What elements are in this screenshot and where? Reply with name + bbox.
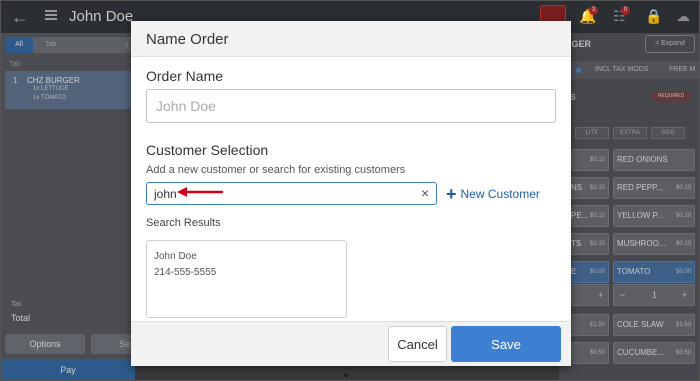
modifier-button-selected[interactable]: TOMATO $0.00: [613, 261, 695, 283]
modifier-button[interactable]: PE... $0.10: [567, 205, 609, 227]
column-header: Tab: [9, 61, 21, 68]
tab-tab[interactable]: Tab: [45, 37, 56, 53]
modifier-button[interactable]: YELLOW P... $0.10: [613, 205, 695, 227]
size-extra[interactable]: EXTRA: [613, 127, 647, 139]
screen: ← John Doe 🔔 3 ☷ 0 🔒 ☁ All Tab + Tab 1 C…: [0, 0, 700, 381]
tab-all[interactable]: All: [5, 37, 33, 53]
dialog-header: Name Order: [131, 21, 571, 57]
modifier-button[interactable]: RED PEPP... $0.10: [613, 177, 695, 199]
size-side[interactable]: SIDE: [651, 127, 685, 139]
item-modifier: 1x TOMATO: [33, 95, 66, 101]
search-result-item[interactable]: John Doe 214-555-5555: [154, 250, 216, 280]
name-order-dialog: Name Order Order Name Customer Selection…: [131, 21, 571, 366]
modifier-button[interactable]: $1.50: [567, 314, 609, 336]
modifier-button-selected[interactable]: E $0.00: [567, 261, 609, 283]
item-modifier: 1x LETTUCE: [33, 86, 69, 92]
decrement-button[interactable]: −: [620, 285, 625, 305]
result-customer-name: John Doe: [154, 251, 197, 262]
modifier-button[interactable]: MUSHROO... $0.10: [613, 233, 695, 255]
size-options: LITE EXTRA SIDE: [559, 127, 699, 141]
active-tab-dot: [576, 68, 581, 73]
increment-button[interactable]: +: [682, 285, 687, 305]
new-customer-label: New Customer: [460, 187, 540, 201]
back-arrow-icon[interactable]: ←: [11, 8, 29, 26]
item-qty: 1: [13, 76, 18, 85]
search-results-label: Search Results: [146, 217, 221, 229]
quantity-stepper[interactable]: +: [567, 284, 609, 306]
order-name-label: Order Name: [146, 68, 224, 84]
modifier-button[interactable]: TS $0.10: [567, 233, 609, 255]
cancel-button[interactable]: Cancel: [388, 326, 447, 362]
modifier-button[interactable]: COLE SLAW $1.50: [613, 314, 695, 336]
dialog-footer: Cancel Save: [131, 321, 571, 366]
secondary-button[interactable]: Se: [91, 334, 135, 354]
size-lite[interactable]: LITE: [575, 127, 609, 139]
plus-icon: +: [446, 184, 457, 204]
tab-free-mods[interactable]: FREE M: [669, 66, 695, 73]
modifier-button[interactable]: RED ONIONS: [613, 149, 695, 171]
customer-selection-label: Customer Selection: [146, 142, 269, 158]
customer-hint: Add a new customer or search for existin…: [146, 164, 406, 176]
result-customer-phone: 214-555-5555: [154, 267, 217, 278]
quantity-stepper[interactable]: − 1 +: [613, 284, 695, 306]
order-line-item[interactable]: 1 CHZ BURGER 1x LETTUCE 1x TOMATO: [5, 71, 135, 109]
modifier-tabs: S INCL TAX MODS FREE M: [559, 61, 699, 79]
orders-badge: 0: [621, 6, 630, 15]
tax-label: Tax: [11, 301, 22, 308]
tab-incl-tax-mods[interactable]: INCL TAX MODS: [595, 66, 649, 73]
hamburger-menu-icon[interactable]: [45, 10, 57, 20]
modifier-panel: RGER < Expand S INCL TAX MODS FREE M SS …: [559, 33, 699, 380]
options-button[interactable]: Options: [5, 334, 85, 354]
total-label: Total: [11, 313, 31, 323]
header-title: John Doe: [69, 8, 134, 25]
add-tab-button[interactable]: +: [124, 37, 131, 53]
required-badge: REQUIRED: [651, 91, 691, 101]
modifier-button[interactable]: CUCUMBE... $0.50: [613, 342, 695, 364]
lock-icon[interactable]: 🔒: [645, 9, 662, 23]
search-results-list: John Doe 214-555-5555: [146, 240, 347, 318]
dialog-title: Name Order: [146, 31, 229, 48]
modifier-button[interactable]: $0.10: [567, 149, 609, 171]
notification-badge: 3: [589, 6, 598, 15]
order-name-input[interactable]: [146, 89, 556, 123]
expand-button[interactable]: < Expand: [645, 35, 695, 53]
quantity-value: 1: [652, 290, 658, 300]
modifier-button[interactable]: $0.50: [567, 342, 609, 364]
page-indicator-dot: [344, 373, 348, 377]
new-customer-button[interactable]: + New Customer: [446, 184, 540, 204]
pay-button[interactable]: Pay: [1, 359, 135, 380]
order-panel: All Tab + Tab 1 CHZ BURGER 1x LETTUCE 1x…: [1, 33, 135, 380]
save-button[interactable]: Save: [451, 326, 561, 362]
modifier-button[interactable]: NS $0.10: [567, 177, 609, 199]
clear-search-icon[interactable]: ×: [421, 184, 429, 203]
item-name: CHZ BURGER: [27, 76, 80, 85]
order-tabs: All Tab +: [5, 37, 133, 53]
annotation-arrow-icon: [177, 187, 224, 197]
cloud-icon[interactable]: ☁: [676, 9, 690, 23]
